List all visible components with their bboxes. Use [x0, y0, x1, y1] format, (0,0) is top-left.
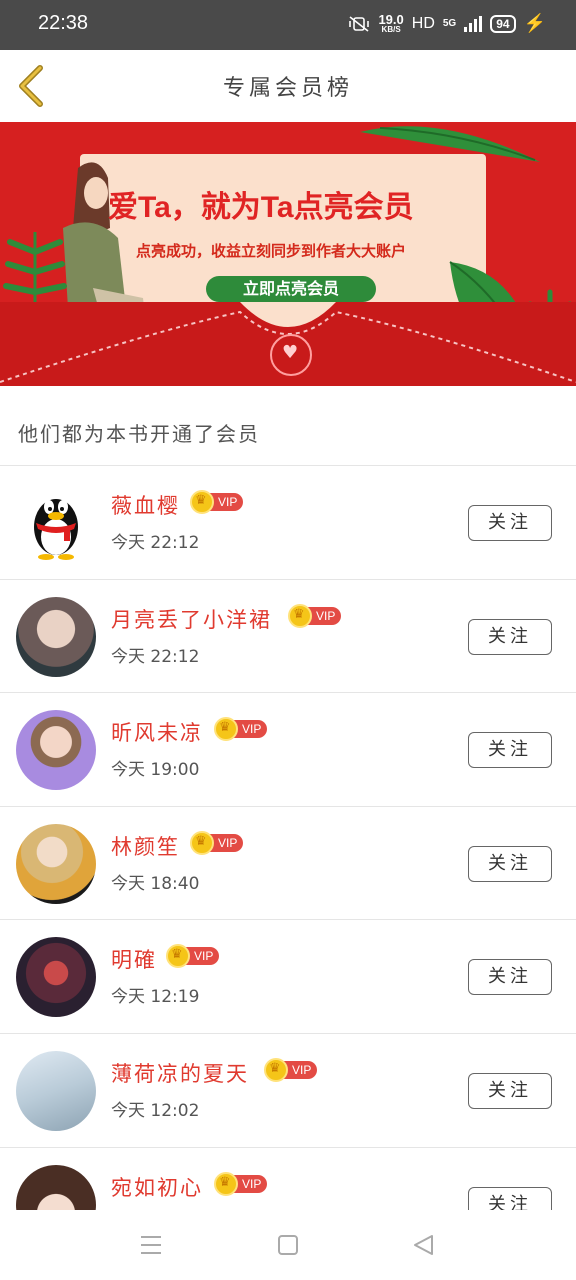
- home-icon[interactable]: [278, 1235, 298, 1255]
- status-time: 22:38: [38, 12, 89, 34]
- menu-icon[interactable]: [141, 1236, 161, 1254]
- section-title: 他们都为本书开通了会员: [18, 422, 260, 446]
- username[interactable]: 明確: [111, 944, 157, 974]
- list-item[interactable]: 薄荷凉的夏天 VIP 今天 12:02 关注: [0, 1034, 576, 1148]
- join-time: 今天 22:12: [111, 646, 200, 667]
- vip-badge: VIP: [214, 1171, 268, 1196]
- top-nav-bar: 专属会员榜: [0, 50, 576, 120]
- username[interactable]: 薄荷凉的夏天: [111, 1058, 249, 1088]
- username[interactable]: 薇血樱: [111, 490, 180, 520]
- join-time: 今天 22:12: [111, 533, 200, 553]
- page-title: 专属会员榜: [222, 76, 353, 101]
- join-time: 今天 19:00: [111, 760, 200, 781]
- mute-vibrate-icon: [349, 15, 370, 32]
- banner-subtitle: 点亮成功，收益立刻同步到作者大大账户: [136, 242, 407, 260]
- avatar[interactable]: [16, 1164, 96, 1210]
- battery-icon: 94: [490, 14, 516, 33]
- follow-button[interactable]: 关注: [468, 618, 552, 655]
- network-speed: 19.0 KB/S: [378, 13, 403, 34]
- net-speed-unit: KB/S: [381, 25, 401, 34]
- username[interactable]: 月亮丢了小洋裙: [111, 604, 272, 634]
- avatar[interactable]: [16, 937, 96, 1018]
- avatar[interactable]: [16, 596, 96, 677]
- vip-badge: VIP: [190, 830, 244, 855]
- system-nav-bar: [0, 1210, 576, 1280]
- crown-icon: [214, 1171, 238, 1196]
- list-item[interactable]: 宛如初心 VIP 关注: [0, 1148, 576, 1210]
- hd-indicator: HD: [411, 14, 435, 32]
- crown-icon: [214, 717, 238, 742]
- member-list: 薇血樱 VIP 今天 22:12 关注 月亮丢了小洋裙 VIP 今天 22:12…: [0, 466, 576, 1210]
- vip-badge: VIP: [214, 717, 268, 742]
- vip-badge: VIP: [288, 603, 342, 628]
- username[interactable]: 林颜笙: [111, 831, 180, 861]
- follow-button[interactable]: 关注: [468, 1072, 552, 1109]
- light-up-membership-button[interactable]: 立即点亮会员: [206, 276, 376, 302]
- follow-button[interactable]: 关注: [468, 732, 552, 769]
- avatar[interactable]: [16, 483, 96, 563]
- username[interactable]: 宛如初心: [111, 1172, 203, 1202]
- join-time: 今天 12:02: [111, 1100, 200, 1121]
- follow-button[interactable]: 关注: [468, 845, 552, 882]
- network-type: 5G: [442, 18, 457, 29]
- signal-icon: [464, 15, 483, 32]
- status-bar: 22:38 19.0 KB/S HD 5G 94 ⚡: [0, 0, 576, 50]
- username[interactable]: 昕风未凉: [111, 717, 203, 747]
- follow-button[interactable]: 关注: [468, 959, 552, 996]
- list-item[interactable]: 昕风未凉 VIP 今天 19:00 关注: [0, 693, 576, 807]
- heart-seal-icon: [270, 334, 312, 376]
- promo-banner[interactable]: 爱Ta，就为Ta点亮会员 点亮成功，收益立刻同步到作者大大账户 立即点亮会员: [0, 122, 576, 386]
- vip-badge: VIP: [190, 490, 244, 514]
- back-triangle-icon[interactable]: [412, 1234, 434, 1256]
- list-item[interactable]: 月亮丢了小洋裙 VIP 今天 22:12 关注: [0, 580, 576, 694]
- join-time: 今天 12:19: [111, 987, 200, 1008]
- crown-icon: [190, 490, 214, 514]
- follow-button[interactable]: 关注: [468, 505, 552, 541]
- crown-icon: [264, 1057, 288, 1082]
- list-item[interactable]: 林颜笙 VIP 今天 18:40 关注: [0, 807, 576, 921]
- crown-icon: [190, 830, 214, 855]
- status-icons: 19.0 KB/S HD 5G 94 ⚡: [348, 13, 546, 34]
- list-item[interactable]: 薇血樱 VIP 今天 22:12 关注: [0, 466, 576, 580]
- crown-icon: [288, 603, 312, 628]
- penguin-avatar-icon: [34, 499, 78, 560]
- charging-icon: ⚡: [523, 13, 546, 33]
- vip-badge: VIP: [264, 1057, 318, 1082]
- follow-button[interactable]: 关注: [468, 1186, 552, 1210]
- vip-badge: VIP: [166, 944, 220, 969]
- list-item[interactable]: 明確 VIP 今天 12:19 关注: [0, 920, 576, 1034]
- join-time: 今天 18:40: [111, 873, 200, 894]
- avatar[interactable]: [16, 1050, 96, 1131]
- avatar[interactable]: [16, 823, 96, 904]
- banner-headline: 爱Ta，就为Ta点亮会员: [108, 191, 414, 224]
- avatar[interactable]: [16, 710, 96, 791]
